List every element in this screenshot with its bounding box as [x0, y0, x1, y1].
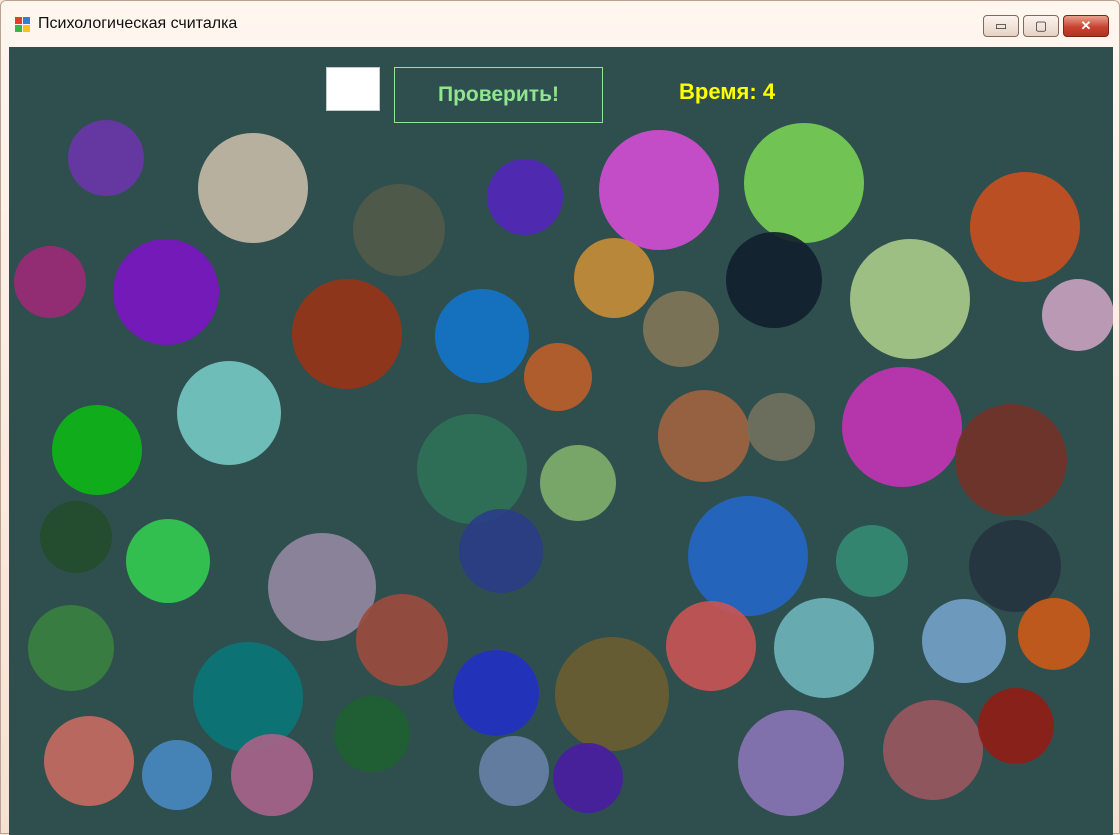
circle: [1018, 598, 1090, 670]
circle: [198, 133, 308, 243]
circle: [747, 393, 815, 461]
circle: [142, 740, 212, 810]
minimize-button[interactable]: ▭: [983, 15, 1019, 37]
circle: [193, 642, 303, 752]
circle: [113, 239, 219, 345]
circle: [774, 598, 874, 698]
circle: [417, 414, 527, 524]
circle: [726, 232, 822, 328]
circle: [574, 238, 654, 318]
circle: [177, 361, 281, 465]
game-area[interactable]: Проверить! Время: 4: [9, 47, 1113, 835]
circle: [524, 343, 592, 411]
circle: [955, 404, 1067, 516]
circle: [658, 390, 750, 482]
circle: [688, 496, 808, 616]
title-bar[interactable]: Психологическая считалка ▭ ▢ ✕: [1, 1, 1119, 46]
circle: [850, 239, 970, 359]
circle: [453, 650, 539, 736]
circle: [922, 599, 1006, 683]
circle: [1042, 279, 1113, 351]
circle: [14, 246, 86, 318]
circle: [459, 509, 543, 593]
circle: [553, 743, 623, 813]
app-window: Психологическая считалка ▭ ▢ ✕ Проверить…: [0, 0, 1120, 835]
answer-input[interactable]: [326, 67, 380, 111]
app-icon: [15, 17, 31, 33]
circle: [744, 123, 864, 243]
circle: [126, 519, 210, 603]
circle: [738, 710, 844, 816]
circle: [292, 279, 402, 389]
circle: [666, 601, 756, 691]
close-button[interactable]: ✕: [1063, 15, 1109, 37]
circle: [231, 734, 313, 816]
circle: [842, 367, 962, 487]
circle: [487, 159, 563, 235]
circle: [970, 172, 1080, 282]
circle: [555, 637, 669, 751]
window-controls: ▭ ▢ ✕: [983, 15, 1109, 37]
circle: [68, 120, 144, 196]
circle: [540, 445, 616, 521]
circle: [599, 130, 719, 250]
circle: [40, 501, 112, 573]
circle: [883, 700, 983, 800]
circle: [28, 605, 114, 691]
check-button[interactable]: Проверить!: [394, 67, 603, 123]
circle: [356, 594, 448, 686]
maximize-button[interactable]: ▢: [1023, 15, 1059, 37]
circle: [334, 696, 410, 772]
window-title: Психологическая считалка: [38, 15, 238, 32]
circle: [435, 289, 529, 383]
circle: [836, 525, 908, 597]
circle: [52, 405, 142, 495]
circle: [44, 716, 134, 806]
circle: [978, 688, 1054, 764]
circle: [353, 184, 445, 276]
timer-label: Время: 4: [679, 79, 776, 104]
circle: [479, 736, 549, 806]
circle: [643, 291, 719, 367]
